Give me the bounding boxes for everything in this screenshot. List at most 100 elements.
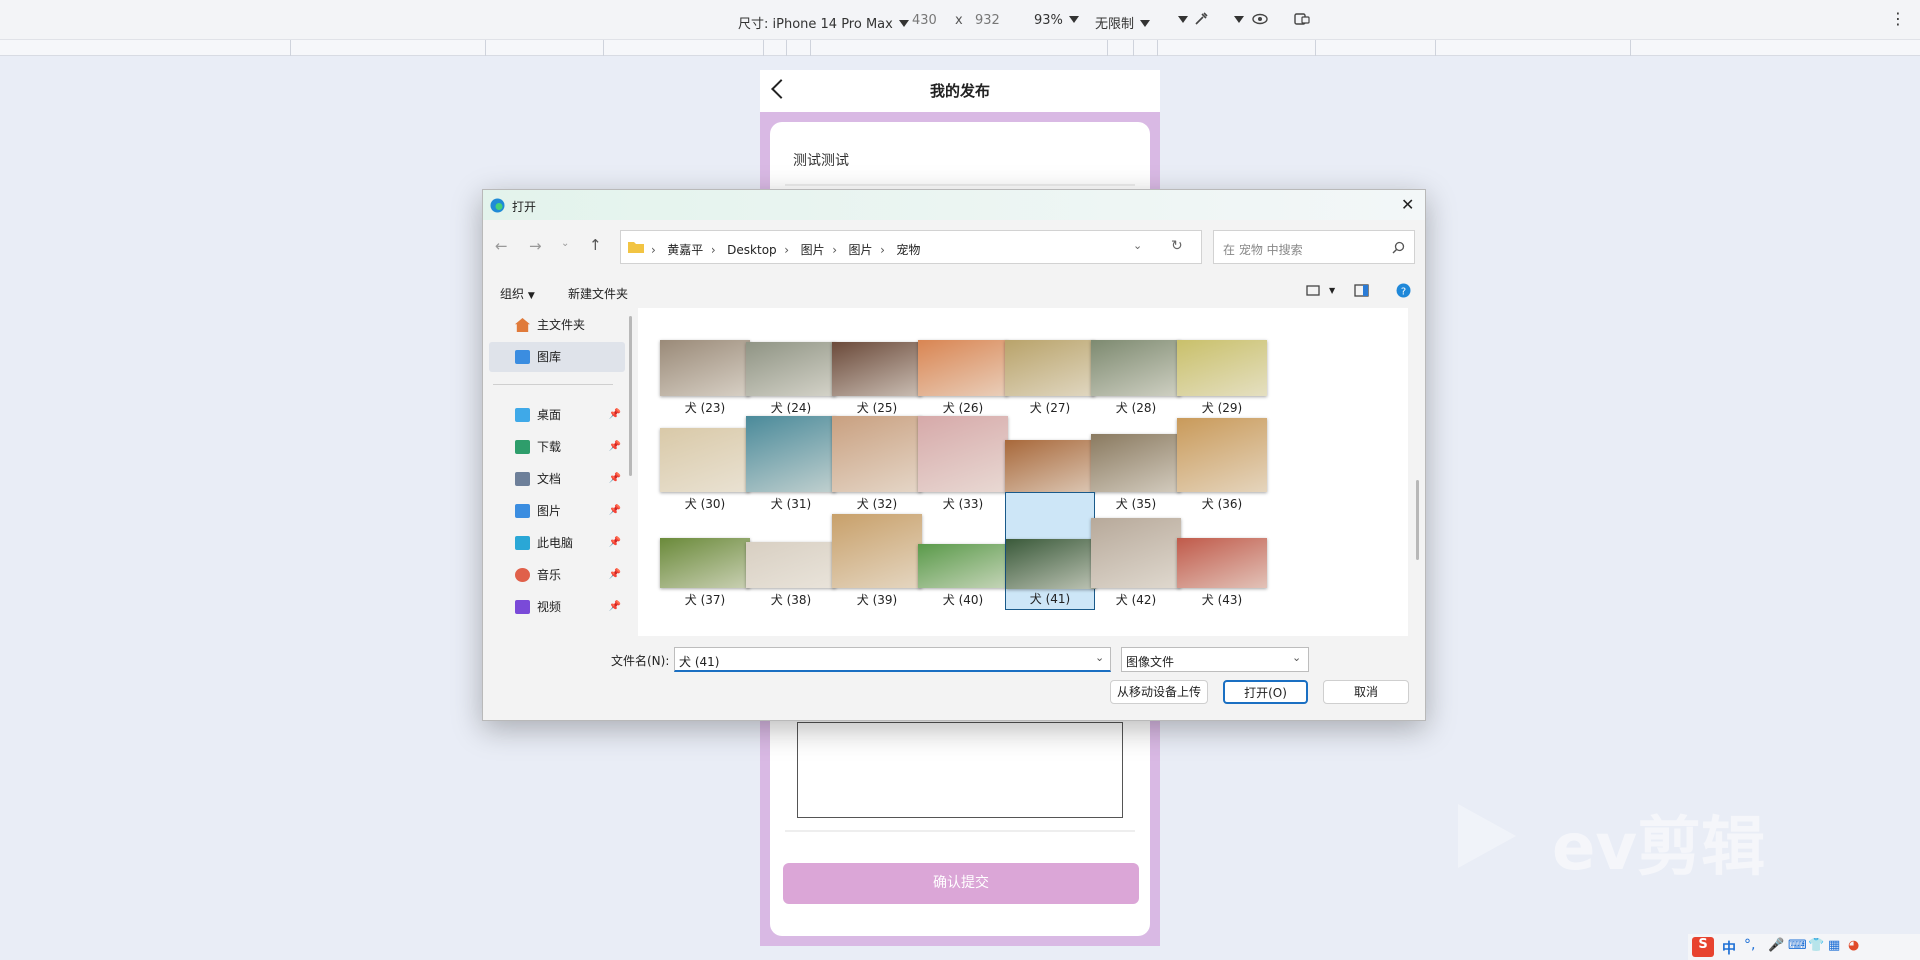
toolbox-icon[interactable]: ▦ <box>1828 938 1840 953</box>
nav-scrollbar[interactable] <box>629 316 632 476</box>
ime-tray: S 中 °, 🎤 ⌨ 👕 ▦ ◕ <box>1688 934 1920 960</box>
file-item[interactable]: 犬 (41) <box>1005 492 1096 610</box>
vision-dropdown[interactable] <box>1228 13 1244 28</box>
nav-item-this-pc[interactable]: 此电脑 📌 <box>489 528 625 558</box>
throttle-selector[interactable]: 无限制 <box>1095 13 1151 32</box>
sogou-ime-icon[interactable]: S <box>1692 937 1714 957</box>
image-thumbnail <box>832 342 922 396</box>
search-box[interactable]: 在 宠物 中搜索 <box>1213 230 1415 264</box>
nav-item-music[interactable]: 音乐 📌 <box>489 560 625 590</box>
image-thumbnail <box>1091 518 1181 588</box>
chevron-down-icon[interactable]: ⌄ <box>1133 239 1142 252</box>
nav-item-gallery[interactable]: 图库 <box>489 342 625 372</box>
back-arrow-icon[interactable] <box>771 79 791 99</box>
up-folder-icon[interactable]: ↑ <box>589 236 602 254</box>
back-nav-icon[interactable]: ← <box>495 237 508 255</box>
filename-input[interactable]: 犬 (41) <box>679 653 719 670</box>
file-name: 犬 (41) <box>1029 592 1071 606</box>
file-item[interactable]: 犬 (39) <box>832 492 922 610</box>
punctuation-icon[interactable]: °, <box>1744 937 1755 953</box>
kebab-menu-icon[interactable]: ⋮ <box>1890 9 1906 28</box>
description-textarea[interactable] <box>797 722 1123 818</box>
pin-icon[interactable]: 📌 <box>609 432 621 462</box>
dialog-title: 打开 <box>512 200 537 214</box>
pin-icon[interactable]: 📌 <box>609 464 621 494</box>
refresh-icon[interactable]: ↻ <box>1171 238 1183 254</box>
breadcrumb-item[interactable]: 黄嘉平 <box>667 243 703 257</box>
breadcrumb: › 黄嘉平 › Desktop › 图片 › 图片 › 宠物 <box>651 243 921 257</box>
file-item[interactable]: 犬 (40) <box>918 492 1008 610</box>
device-selector[interactable]: 尺寸: iPhone 14 Pro Max <box>738 13 909 32</box>
open-button[interactable]: 打开(O) <box>1223 680 1308 704</box>
image-thumbnail <box>918 544 1008 588</box>
filetype-select[interactable]: 图像文件 ⌄ <box>1121 647 1309 672</box>
nav-item-downloads[interactable]: 下载 📌 <box>489 432 625 462</box>
breadcrumb-item[interactable]: 宠物 <box>896 243 920 257</box>
device-label: 尺寸: iPhone 14 Pro Max <box>738 17 893 32</box>
height-input[interactable]: 932 <box>975 13 1000 28</box>
pin-icon[interactable]: 📌 <box>609 528 621 558</box>
content-scrollbar[interactable] <box>1416 480 1419 560</box>
breadcrumb-item[interactable]: 图片 <box>801 243 825 257</box>
chevron-down-icon[interactable]: ⌄ <box>1292 651 1301 664</box>
nav-item-pictures[interactable]: 图片 📌 <box>489 496 625 526</box>
pin-icon[interactable]: 📌 <box>609 560 621 590</box>
keyboard-icon[interactable]: ⌨ <box>1788 938 1807 953</box>
microphone-icon[interactable]: 🎤 <box>1768 938 1784 953</box>
help-icon[interactable]: ? <box>1396 283 1411 298</box>
image-thumbnail <box>918 340 1008 396</box>
new-folder-button[interactable]: 新建文件夹 <box>568 285 628 302</box>
search-icon[interactable] <box>1392 241 1405 254</box>
breadcrumb-item[interactable]: 图片 <box>848 243 872 257</box>
pin-icon[interactable]: 📌 <box>609 400 621 430</box>
recent-locations-icon[interactable]: ⌄ <box>561 238 569 249</box>
chevron-down-icon <box>898 20 909 27</box>
navigation-pane: 主文件夹 图库 桌面 📌 下载 📌 文档 📌 图片 📌 此电脑 📌 音乐 📌 视频 📌 <box>483 308 631 638</box>
pin-icon[interactable]: 📌 <box>609 496 621 526</box>
mascot-icon[interactable]: ◕ <box>1848 938 1859 953</box>
media-query-ruler <box>0 40 1920 56</box>
forward-nav-icon[interactable]: → <box>529 237 542 255</box>
pin-icon[interactable]: 📌 <box>609 592 621 622</box>
breadcrumb-item[interactable]: Desktop <box>727 243 777 257</box>
file-item[interactable]: 犬 (37) <box>660 492 750 610</box>
file-name: 犬 (37) <box>684 593 726 607</box>
skin-icon[interactable]: 👕 <box>1808 938 1824 953</box>
rotate-device-icon[interactable] <box>1294 12 1310 26</box>
nav-item-label: 图片 <box>537 504 562 518</box>
more-options-dropdown[interactable] <box>1172 13 1188 28</box>
filename-field[interactable]: 犬 (41) ⌄ <box>674 647 1111 672</box>
file-item[interactable]: 犬 (42) <box>1091 492 1181 610</box>
eyedropper-icon[interactable] <box>1193 11 1209 27</box>
close-icon[interactable]: ✕ <box>1401 195 1414 214</box>
file-item[interactable]: 犬 (38) <box>746 492 836 610</box>
page-header: 我的发布 <box>760 70 1160 112</box>
page-title: 我的发布 <box>929 82 990 100</box>
nav-item-videos[interactable]: 视频 📌 <box>489 592 625 622</box>
file-grid: 犬 (23) 犬 (24) 犬 (25) 犬 (26) 犬 (27) 犬 (28) 犬 (2… <box>638 308 1408 636</box>
nav-item-home[interactable]: 主文件夹 <box>489 310 625 340</box>
organize-menu[interactable]: 组织 ▼ <box>500 285 535 302</box>
nav-item-label: 图库 <box>537 350 562 364</box>
cancel-button[interactable]: 取消 <box>1323 680 1409 704</box>
nav-item-documents[interactable]: 文档 📌 <box>489 464 625 494</box>
chevron-down-icon <box>1140 20 1151 27</box>
divider <box>493 384 613 385</box>
chevron-down-icon <box>1178 16 1188 23</box>
vision-deficiency-icon[interactable] <box>1252 12 1268 26</box>
zoom-selector[interactable]: 93% <box>1034 13 1079 28</box>
chevron-down-icon[interactable]: ▼ <box>1329 286 1335 295</box>
nav-item-desktop[interactable]: 桌面 📌 <box>489 400 625 430</box>
address-bar[interactable]: › 黄嘉平 › Desktop › 图片 › 图片 › 宠物 ⌄ ↻ <box>620 230 1202 264</box>
width-input[interactable]: 430 <box>912 13 937 28</box>
image-thumbnail <box>832 514 922 588</box>
submit-button[interactable]: 确认提交 <box>783 863 1139 904</box>
view-mode-icon[interactable] <box>1306 285 1320 297</box>
file-item[interactable]: 犬 (43) <box>1177 492 1267 610</box>
upload-from-mobile-button[interactable]: 从移动设备上传 <box>1110 680 1208 704</box>
divider <box>785 830 1135 832</box>
preview-pane-icon[interactable] <box>1354 284 1369 297</box>
ime-mode[interactable]: 中 <box>1722 938 1736 958</box>
search-input[interactable]: 在 宠物 中搜索 <box>1223 241 1303 258</box>
chevron-down-icon[interactable]: ⌄ <box>1095 651 1104 664</box>
